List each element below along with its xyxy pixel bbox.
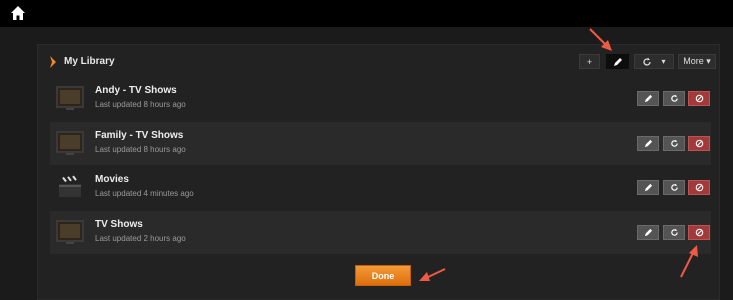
annotation-arrow-icon [419, 268, 446, 281]
tv-icon [56, 86, 84, 110]
section-name: TV Shows [95, 219, 143, 230]
refresh-section-button[interactable] [663, 136, 685, 151]
refresh-icon [670, 139, 678, 147]
add-section-button[interactable]: + [579, 54, 600, 69]
library-panel: My Library + ▾ More ▾ Andy - TV Shows La… [37, 44, 720, 300]
section-name: Family - TV Shows [95, 130, 184, 141]
library-header: My Library + ▾ More ▾ [38, 45, 719, 79]
refresh-icon [643, 57, 652, 66]
section-updated: Last updated 4 minutes ago [95, 189, 194, 198]
refresh-dropdown-caret[interactable]: ▾ [661, 57, 665, 66]
section-row-movies[interactable]: Movies Last updated 4 minutes ago [50, 166, 711, 209]
more-menu-button[interactable]: More ▾ [678, 54, 716, 69]
section-row-family-tv-shows[interactable]: Family - TV Shows Last updated 8 hours a… [50, 122, 711, 165]
pencil-icon [644, 228, 652, 237]
edit-mode-button[interactable] [606, 54, 629, 69]
pencil-icon [644, 183, 652, 192]
edit-section-button[interactable] [637, 180, 659, 195]
section-name: Movies [95, 174, 129, 185]
refresh-section-button[interactable] [663, 180, 685, 195]
refresh-icon [670, 94, 678, 102]
delete-icon [695, 228, 703, 237]
delete-icon [695, 139, 703, 148]
pencil-icon [613, 57, 622, 66]
tv-icon [56, 131, 84, 155]
chevron-right-icon [50, 56, 56, 68]
delete-section-button[interactable] [688, 91, 710, 106]
annotation-arrow-icon [680, 245, 698, 278]
pencil-icon [644, 94, 652, 103]
done-button[interactable]: Done [355, 265, 411, 286]
refresh-section-button[interactable] [663, 225, 685, 240]
edit-section-button[interactable] [637, 136, 659, 151]
home-icon[interactable] [10, 5, 26, 21]
refresh-section-button[interactable] [663, 91, 685, 106]
section-updated: Last updated 8 hours ago [95, 145, 186, 154]
pencil-icon [644, 139, 652, 148]
delete-icon [695, 183, 703, 192]
edit-section-button[interactable] [637, 91, 659, 106]
section-updated: Last updated 2 hours ago [95, 234, 186, 243]
delete-icon [695, 94, 703, 103]
annotation-arrow-icon [589, 28, 612, 51]
section-name: Andy - TV Shows [95, 85, 177, 96]
refresh-icon [670, 228, 678, 236]
refresh-all-button[interactable]: ▾ [634, 54, 674, 69]
tv-icon [56, 220, 84, 244]
refresh-icon [670, 183, 678, 191]
delete-section-button[interactable] [688, 180, 710, 195]
section-row-andy-tv-shows[interactable]: Andy - TV Shows Last updated 8 hours ago [50, 77, 711, 120]
section-updated: Last updated 8 hours ago [95, 100, 186, 109]
section-row-tv-shows[interactable]: TV Shows Last updated 2 hours ago [50, 211, 711, 254]
delete-section-button[interactable] [688, 225, 710, 240]
clapperboard-icon [59, 175, 81, 197]
top-bar [0, 0, 733, 27]
library-title: My Library [64, 56, 115, 67]
delete-section-button[interactable] [688, 136, 710, 151]
edit-section-button[interactable] [637, 225, 659, 240]
